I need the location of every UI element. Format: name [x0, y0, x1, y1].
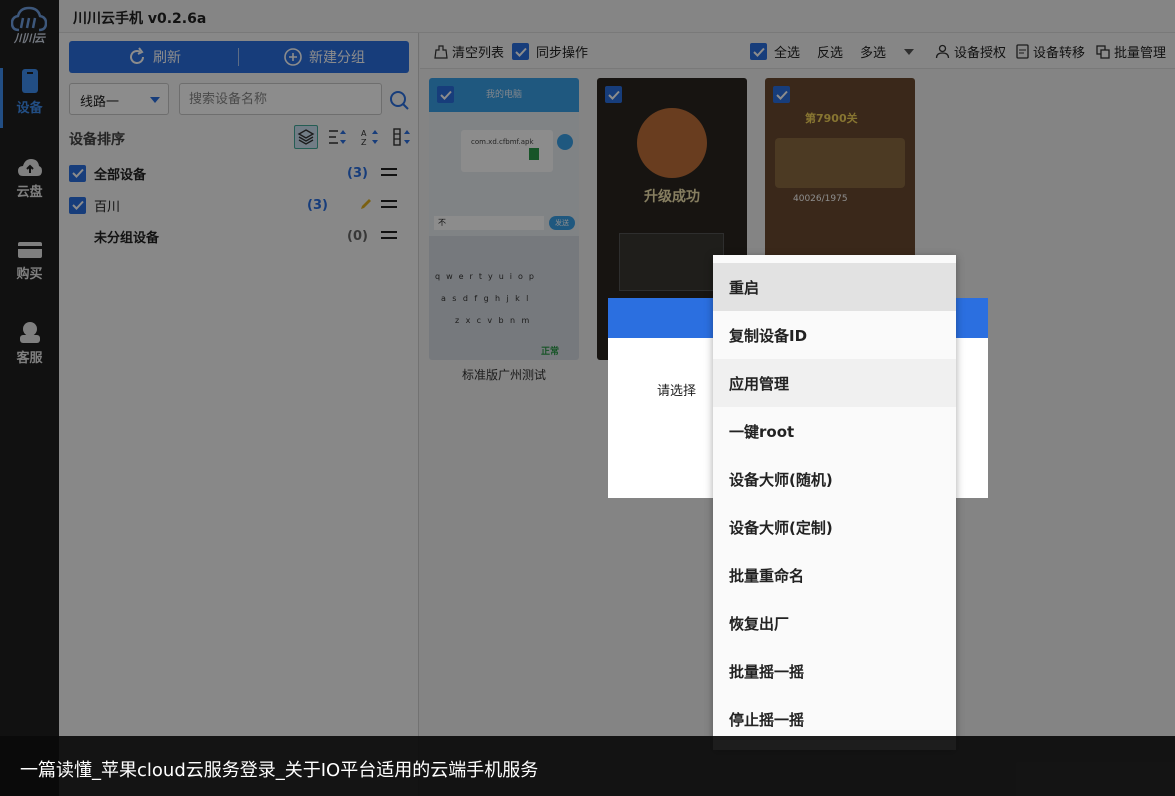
context-menu: 重启 复制设备ID 应用管理 一键root 设备大师(随机) 设备大师(定制) …	[713, 255, 956, 750]
menu-item-copy-device-id[interactable]: 复制设备ID	[713, 311, 956, 359]
dialog-prompt: 请选择	[657, 384, 697, 399]
menu-item-one-click-root[interactable]: 一键root	[713, 407, 956, 455]
menu-item-device-master-custom[interactable]: 设备大师(定制)	[713, 503, 956, 551]
menu-item-factory-reset[interactable]: 恢复出厂	[713, 599, 956, 647]
caption-bar: 一篇读懂_苹果cloud云服务登录_关于IO平台适用的云端手机服务	[0, 736, 1175, 796]
menu-item-device-master-random[interactable]: 设备大师(随机)	[713, 455, 956, 503]
menu-item-reboot[interactable]: 重启	[713, 263, 956, 311]
menu-item-app-manage[interactable]: 应用管理	[713, 359, 956, 407]
modal-overlay[interactable]	[0, 0, 1175, 796]
menu-item-batch-shake[interactable]: 批量摇一摇	[713, 647, 956, 695]
menu-item-batch-rename[interactable]: 批量重命名	[713, 551, 956, 599]
menu-top-padding	[713, 255, 956, 263]
